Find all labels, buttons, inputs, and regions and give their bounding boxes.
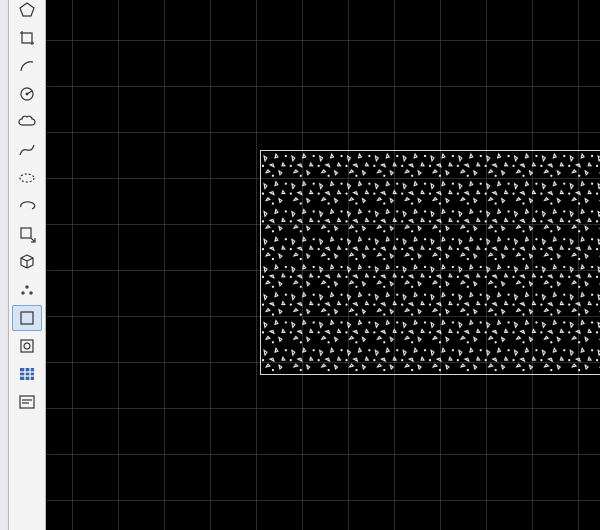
block-create-icon xyxy=(18,253,36,271)
arc-tool[interactable] xyxy=(12,53,42,79)
mtext-icon xyxy=(18,393,36,411)
hatch-object[interactable] xyxy=(260,150,600,375)
draw-toolbar xyxy=(8,0,46,530)
point-tool[interactable] xyxy=(12,277,42,303)
panel-gutter xyxy=(0,0,8,530)
circle-center-icon xyxy=(18,85,36,103)
multiline-text-tool[interactable] xyxy=(12,389,42,415)
gradient-swatch-icon xyxy=(18,337,36,355)
rectangle-tool[interactable] xyxy=(12,25,42,51)
table-grid-icon xyxy=(18,365,36,383)
cloud-icon xyxy=(18,113,36,131)
ellipse-tool[interactable] xyxy=(12,165,42,191)
open-ellipse-icon xyxy=(18,197,36,215)
make-block-tool[interactable] xyxy=(12,249,42,275)
points-icon xyxy=(18,281,36,299)
hatch-pattern-fill xyxy=(261,151,600,374)
spline-icon xyxy=(18,141,36,159)
polygon-tool[interactable] xyxy=(12,0,42,23)
crop-rect-icon xyxy=(18,29,36,47)
block-insert-icon xyxy=(18,225,36,243)
ellipse-dashed-icon xyxy=(18,169,36,187)
ellipse-arc-tool[interactable] xyxy=(12,193,42,219)
arc-icon xyxy=(18,57,36,75)
pentagon-icon xyxy=(18,1,36,19)
drawing-canvas[interactable] xyxy=(46,0,600,530)
spline-tool[interactable] xyxy=(12,137,42,163)
app-root xyxy=(0,0,600,530)
table-tool[interactable] xyxy=(12,361,42,387)
gradient-tool[interactable] xyxy=(12,333,42,359)
circle-tool[interactable] xyxy=(12,81,42,107)
revision-cloud-tool[interactable] xyxy=(12,109,42,135)
insert-block-tool[interactable] xyxy=(12,221,42,247)
hatch-tool[interactable] xyxy=(12,305,42,331)
hatch-icon xyxy=(18,309,36,327)
